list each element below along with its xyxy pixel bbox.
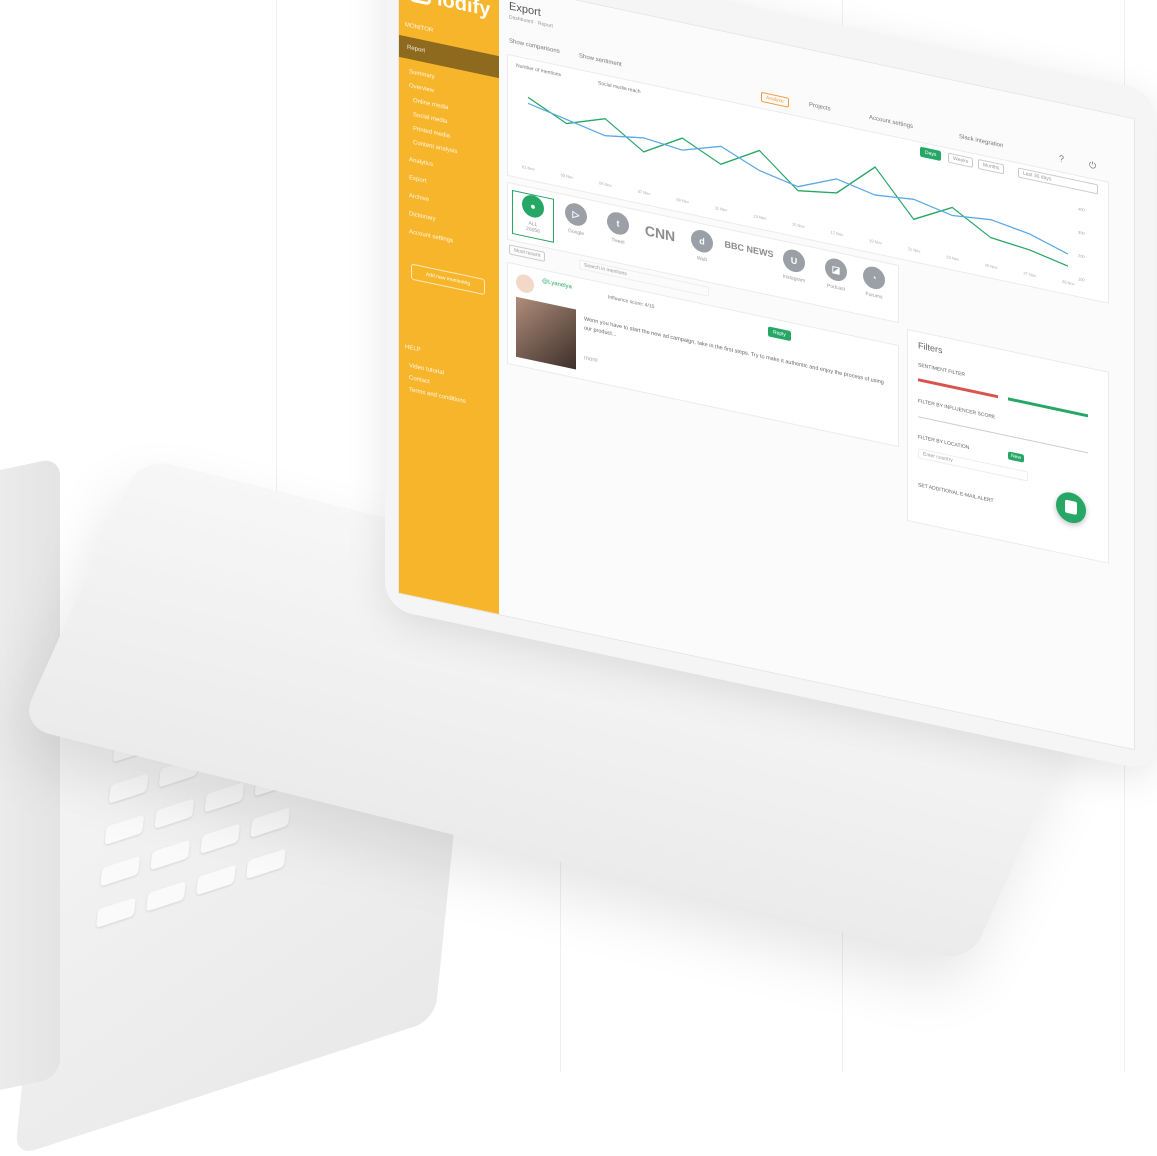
sidebar-item-dictionary[interactable]: Dictionary (409, 211, 436, 223)
y-tick-label: 400 (1078, 206, 1085, 213)
x-tick-label: 01 Nov (522, 164, 535, 172)
secondary-laptop-lid (0, 457, 60, 1103)
email-alert-label: SET ADDITIONAL E-MAIL ALERT (918, 482, 994, 505)
sentiment-positive-bar[interactable] (1008, 397, 1088, 418)
projects-menu[interactable]: Projects (809, 102, 831, 113)
chat-fab-button[interactable] (1056, 489, 1086, 526)
more-link[interactable]: more (584, 355, 598, 364)
account-settings-menu[interactable]: Account settings (869, 115, 913, 130)
sidebar-item-overview[interactable]: Overview (409, 83, 434, 94)
x-tick-label: 09 Nov (676, 197, 689, 205)
x-tick-label: 21 Nov (908, 246, 921, 254)
sidebar-section-label: MONITOR (405, 22, 434, 35)
play-icon: ▷ (565, 201, 587, 228)
sidebar-item-account[interactable]: Account settings (409, 229, 453, 244)
avatar (516, 272, 534, 295)
source-all[interactable]: ● ALL 26056 (512, 189, 554, 243)
y-tick-label: 200 (1078, 253, 1085, 260)
footer-link-tutorial[interactable]: Video tutorial (409, 363, 444, 376)
sidebar: lodify MONITOR Report Summary Overview O… (399, 0, 499, 615)
power-icon[interactable]: ⏻ (1089, 160, 1096, 173)
help-icon[interactable]: ? (1059, 153, 1064, 164)
sidebar-item-analytics[interactable]: Analytics (409, 157, 433, 168)
footer-link-contact[interactable]: Contact (409, 375, 430, 385)
u-icon: U (783, 247, 805, 275)
mention-author[interactable]: @Lyanelya (542, 278, 572, 290)
mention-text: Wenn you have to start the new ad campai… (584, 316, 884, 386)
sidebar-item-summary[interactable]: Summary (409, 69, 435, 80)
reply-button[interactable]: Reply (768, 326, 791, 342)
analyze-button[interactable]: Analyze (761, 91, 789, 108)
source-google[interactable]: ▷ Google (556, 199, 596, 240)
footer-link-terms[interactable]: Terms and conditions (409, 387, 466, 405)
sidebar-item-printed[interactable]: Printed media (413, 126, 450, 140)
influence-filter-label: FILTER BY INFLUENCER SCORE (918, 398, 996, 421)
sentiment-negative-bar[interactable] (918, 378, 998, 399)
x-tick-label: 29 Nov (1062, 279, 1075, 287)
source-forums[interactable]: ◔ Forums (854, 263, 894, 304)
shield-icon (409, 0, 431, 6)
x-tick-label: 23 Nov (946, 254, 959, 262)
source-cnn[interactable]: CNN (640, 221, 680, 246)
all-sources-icon: ● (522, 193, 544, 220)
source-web[interactable]: d Web (682, 226, 722, 267)
location-filter-label: FILTER BY LOCATION (918, 434, 970, 452)
filters-panel: Filters SENTIMENT FILTER FILTER BY INFLU… (907, 328, 1109, 564)
y-tick-label: 300 (1078, 230, 1085, 237)
show-comparison-toggle[interactable]: Show comparisons (509, 38, 560, 55)
x-tick-label: 27 Nov (1023, 271, 1036, 279)
x-tick-label: 11 Nov (715, 205, 727, 213)
x-tick-label: 19 Nov (869, 238, 882, 246)
source-tweet[interactable]: t Tweet (598, 208, 638, 249)
filters-title: Filters (918, 340, 943, 356)
y-tick-label: 100 (1078, 276, 1085, 283)
help-label: HELP (405, 344, 421, 354)
chat-icon (1065, 499, 1077, 515)
sidebar-item-archive[interactable]: Archive (409, 193, 429, 203)
sentiment-filter-label: SENTIMENT FILTER (918, 362, 966, 379)
mention-meta: Influence score: 4/10 (608, 294, 655, 311)
range-weeks-button[interactable]: Weeks (948, 152, 974, 168)
sidebar-item-social[interactable]: Social media (413, 112, 447, 125)
source-bbc[interactable]: BBC NEWS (724, 239, 774, 260)
forum-icon: ◔ (863, 264, 885, 292)
web-icon: d (691, 227, 713, 255)
sidebar-item-export[interactable]: Export (409, 175, 426, 185)
range-days-button[interactable]: Days (920, 146, 942, 162)
sidebar-item-online[interactable]: Online media (413, 98, 448, 112)
podcast-icon: ◪ (825, 256, 847, 284)
twitter-icon: t (607, 210, 629, 237)
mention-thumbnail (516, 296, 576, 370)
sidebar-item-content[interactable]: Content analysis (413, 140, 457, 155)
x-tick-label: 13 Nov (753, 213, 766, 221)
x-tick-label: 17 Nov (831, 230, 844, 238)
x-tick-label: 05 Nov (599, 180, 612, 188)
x-tick-label: 07 Nov (638, 189, 651, 197)
new-badge: New (1008, 451, 1025, 463)
source-instagram[interactable]: U Instagram (774, 246, 814, 287)
influence-slider[interactable] (918, 416, 1088, 454)
x-tick-label: 15 Nov (792, 221, 805, 229)
show-sentiment-toggle[interactable]: Show sentiment (579, 53, 622, 68)
add-monitoring-button[interactable]: Add new monitoring (411, 263, 485, 296)
x-tick-label: 25 Nov (985, 262, 998, 270)
x-tick-label: 03 Nov (561, 172, 574, 180)
brand-logo[interactable]: lodify (409, 0, 490, 22)
source-podcast[interactable]: ◪ Podcast (816, 255, 856, 296)
range-months-button[interactable]: Months (978, 158, 1005, 175)
slack-integration-menu[interactable]: Slack integration (959, 134, 1003, 149)
